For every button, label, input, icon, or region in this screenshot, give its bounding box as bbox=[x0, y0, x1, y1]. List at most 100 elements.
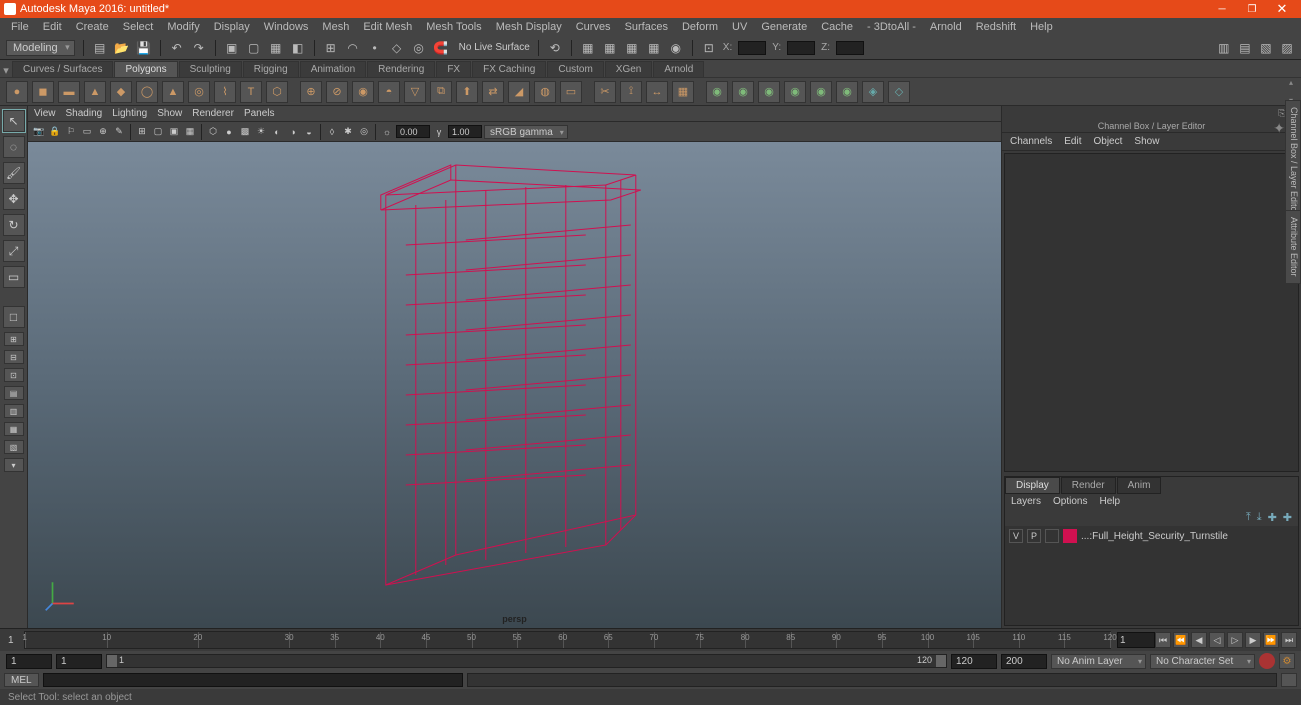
menu-deform[interactable]: Deform bbox=[675, 19, 725, 35]
panel-shading[interactable]: Shading bbox=[66, 108, 103, 119]
lasso-tool[interactable]: ◌ bbox=[3, 136, 25, 158]
crease-icon[interactable]: ◈ bbox=[862, 81, 884, 103]
shadows-icon[interactable]: ◐ bbox=[270, 125, 284, 139]
set-key-button[interactable] bbox=[1259, 653, 1275, 669]
shelf-tab-arnold[interactable]: Arnold bbox=[653, 61, 704, 77]
xray-icon[interactable]: ◊ bbox=[325, 125, 339, 139]
exposure-input[interactable] bbox=[396, 125, 430, 138]
range-start-inner[interactable] bbox=[56, 654, 102, 669]
script-language-toggle[interactable]: MEL bbox=[4, 673, 39, 687]
ipr-render-icon[interactable]: ▦ bbox=[602, 40, 618, 56]
side-tab-channelbox[interactable]: Channel Box / Layer Editor bbox=[1285, 100, 1301, 222]
four-pane-layout[interactable]: ⊞ bbox=[4, 332, 24, 346]
render-settings-icon[interactable]: ▦ bbox=[624, 40, 640, 56]
sculpt-pinch-icon[interactable]: ◉ bbox=[784, 81, 806, 103]
bridge-icon[interactable]: ⇄ bbox=[482, 81, 504, 103]
shelf-tab-rendering[interactable]: Rendering bbox=[367, 61, 435, 77]
poly-helix-icon[interactable]: ⌇ bbox=[214, 81, 236, 103]
layer-color-swatch[interactable] bbox=[1063, 529, 1077, 543]
menu-create[interactable]: Create bbox=[69, 19, 116, 35]
move-tool[interactable]: ✥ bbox=[3, 188, 25, 210]
side-tab-attribute-editor[interactable]: Attribute Editor bbox=[1285, 210, 1301, 284]
y-input[interactable] bbox=[787, 41, 815, 55]
current-frame-field[interactable] bbox=[1117, 632, 1155, 648]
viewport-3d[interactable]: ◮ persp bbox=[28, 142, 1001, 628]
absolute-transform-icon[interactable]: ⊡ bbox=[701, 40, 717, 56]
menu-arnold[interactable]: Arnold bbox=[923, 19, 969, 35]
construction-history-icon[interactable]: ⟲ bbox=[547, 40, 563, 56]
attribute-editor-toggle-icon[interactable]: ▤ bbox=[1237, 40, 1253, 56]
character-set-dropdown[interactable]: No Character Set bbox=[1150, 654, 1255, 669]
sculpt-grab-icon[interactable]: ◉ bbox=[758, 81, 780, 103]
range-start-outer[interactable] bbox=[6, 654, 52, 669]
shelf-tab-curves[interactable]: Curves / Surfaces bbox=[12, 61, 113, 77]
range-handle-start[interactable]: 1 bbox=[107, 655, 117, 667]
channel-box-toggle-icon[interactable]: ▨ bbox=[1279, 40, 1295, 56]
sculpt-icon[interactable]: ◉ bbox=[706, 81, 728, 103]
layer-menu-options[interactable]: Options bbox=[1053, 496, 1087, 507]
rotate-tool[interactable]: ↻ bbox=[3, 214, 25, 236]
step-forward-key-icon[interactable]: ⏩ bbox=[1263, 632, 1279, 648]
sculpt-relax-icon[interactable]: ◉ bbox=[732, 81, 754, 103]
shelf-tab-fx[interactable]: FX bbox=[436, 61, 471, 77]
menu-help[interactable]: Help bbox=[1023, 19, 1060, 35]
single-pane-layout[interactable]: □ bbox=[3, 306, 25, 328]
menu-select[interactable]: Select bbox=[116, 19, 161, 35]
shelf-tab-rigging[interactable]: Rigging bbox=[243, 61, 299, 77]
paint-select-tool[interactable]: 🖌 bbox=[3, 162, 25, 184]
film-gate-icon[interactable]: ▢ bbox=[151, 125, 165, 139]
go-end-icon[interactable]: ⏭ bbox=[1281, 632, 1297, 648]
layer-tab-display[interactable]: Display bbox=[1005, 477, 1060, 494]
wireframe-icon[interactable]: ⬡ bbox=[206, 125, 220, 139]
layer-menu-layers[interactable]: Layers bbox=[1011, 496, 1041, 507]
layer-move-down-icon[interactable]: ⤓ bbox=[1257, 511, 1262, 524]
menu-redshift[interactable]: Redshift bbox=[969, 19, 1023, 35]
two-pane-h-layout[interactable]: ⊟ bbox=[4, 350, 24, 364]
poly-cube-icon[interactable]: ◼ bbox=[32, 81, 54, 103]
step-forward-icon[interactable]: ▶ bbox=[1245, 632, 1261, 648]
layer-move-up-icon[interactable]: ⤒ bbox=[1246, 511, 1251, 524]
grease-pencil-icon[interactable]: ✎ bbox=[112, 125, 126, 139]
menu-surfaces[interactable]: Surfaces bbox=[618, 19, 675, 35]
select-component-icon[interactable]: ▦ bbox=[268, 40, 284, 56]
shelf-tab-fxcaching[interactable]: FX Caching bbox=[472, 61, 546, 77]
time-slider[interactable]: 1 11020303540455055606570758085909510010… bbox=[0, 629, 1301, 651]
extrude-icon[interactable]: ⬆ bbox=[456, 81, 478, 103]
save-scene-icon[interactable]: 💾 bbox=[136, 40, 152, 56]
shelf-menu-icon[interactable]: ▾ bbox=[0, 64, 12, 77]
cb-object[interactable]: Object bbox=[1094, 136, 1123, 147]
hypershade-icon[interactable]: ◉ bbox=[668, 40, 684, 56]
bookmark-icon[interactable]: ⚐ bbox=[64, 125, 78, 139]
shelf-tab-xgen[interactable]: XGen bbox=[605, 61, 653, 77]
poly-sphere-icon[interactable]: ● bbox=[6, 81, 28, 103]
layer-tab-anim[interactable]: Anim bbox=[1117, 477, 1162, 494]
range-end-outer[interactable] bbox=[1001, 654, 1047, 669]
target-weld-icon[interactable]: ⟟ bbox=[620, 81, 642, 103]
open-scene-icon[interactable]: 📂 bbox=[114, 40, 130, 56]
snap-grid-icon[interactable]: ⊞ bbox=[323, 40, 339, 56]
textured-icon[interactable]: ▩ bbox=[238, 125, 252, 139]
range-handle-end[interactable] bbox=[936, 655, 946, 667]
gamma-input[interactable] bbox=[448, 125, 482, 138]
poly-pipe-icon[interactable]: ◎ bbox=[188, 81, 210, 103]
select-camera-icon[interactable]: 📷 bbox=[32, 125, 46, 139]
outliner-persp-layout[interactable]: ▤ bbox=[4, 386, 24, 400]
layout-chevron-icon[interactable]: ▾ bbox=[4, 458, 24, 472]
sculpt-foamy-icon[interactable]: ◉ bbox=[836, 81, 858, 103]
snap-live-icon[interactable]: ◎ bbox=[411, 40, 427, 56]
step-back-key-icon[interactable]: ⏪ bbox=[1173, 632, 1189, 648]
custom-layout-icon[interactable]: ▧ bbox=[4, 440, 24, 454]
tool-settings-toggle-icon[interactable]: ▧ bbox=[1258, 40, 1274, 56]
minimize-button[interactable]: ─ bbox=[1207, 0, 1237, 18]
maximize-button[interactable]: ❐ bbox=[1237, 0, 1267, 18]
cb-channels[interactable]: Channels bbox=[1010, 136, 1052, 147]
uncrease-icon[interactable]: ◇ bbox=[888, 81, 910, 103]
boolean-icon[interactable]: ◓ bbox=[378, 81, 400, 103]
shelf-tab-animation[interactable]: Animation bbox=[300, 61, 366, 77]
menu-mesh[interactable]: Mesh bbox=[315, 19, 356, 35]
menu-uv[interactable]: UV bbox=[725, 19, 754, 35]
render-view-icon[interactable]: ▦ bbox=[646, 40, 662, 56]
view-compass-icon[interactable]: ✦ bbox=[1273, 120, 1285, 137]
panel-panels[interactable]: Panels bbox=[244, 108, 275, 119]
poly-type-icon[interactable]: T bbox=[240, 81, 262, 103]
